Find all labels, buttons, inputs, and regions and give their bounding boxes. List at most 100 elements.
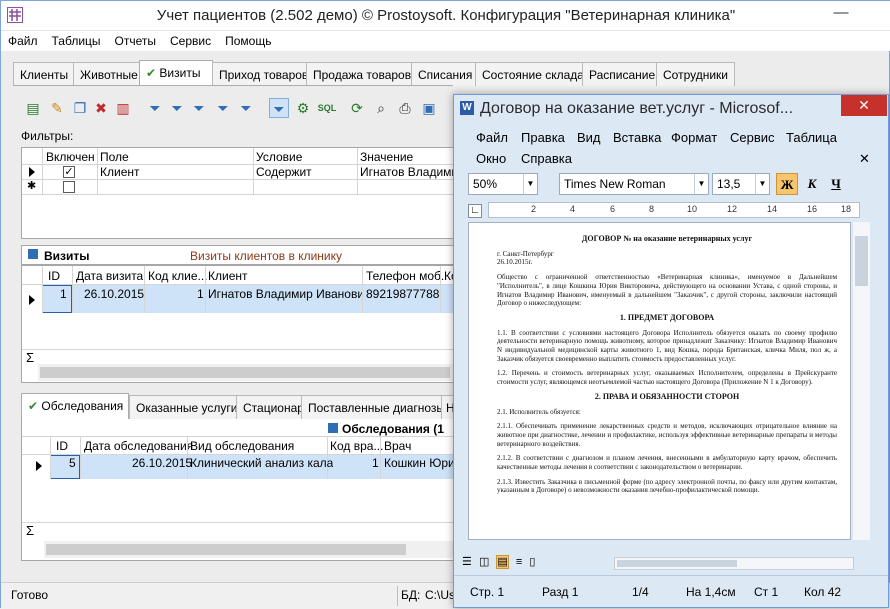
exams-hscrollbar[interactable]: [44, 541, 456, 558]
exams-col-date[interactable]: Дата обследования: [84, 439, 193, 453]
visit-phone-cell[interactable]: 89219877788: [366, 287, 439, 301]
exams-col-doctor[interactable]: Врач: [384, 439, 411, 453]
word-menu-service[interactable]: Сервис: [730, 130, 775, 145]
filters-col-enabled[interactable]: Включен: [46, 150, 95, 164]
word-menu-window[interactable]: Окно: [476, 151, 506, 166]
scroll-thumb[interactable]: [46, 544, 406, 555]
search-icon[interactable]: ⌕: [371, 98, 391, 118]
filter-field-cell[interactable]: Клиент: [100, 165, 140, 179]
minimize-button[interactable]: —: [827, 2, 855, 24]
visit-id-cell[interactable]: 1: [60, 287, 67, 301]
filter-remove-icon[interactable]: ⏷: [189, 98, 209, 118]
document-body[interactable]: ДОГОВОР № на оказание ветеринарных услуг…: [497, 229, 837, 501]
word-menu-table[interactable]: Таблица: [786, 130, 837, 145]
font-size-select[interactable]: 13,5 ▼: [712, 173, 770, 195]
tab-visits[interactable]: ✔ Визиты: [139, 60, 213, 86]
outline-view-icon[interactable]: ≡: [516, 556, 522, 568]
new-record-icon[interactable]: ▤: [23, 98, 43, 118]
visits-col-id[interactable]: ID: [48, 269, 60, 283]
exam-code-cell[interactable]: 1: [372, 456, 379, 470]
exam-doctor-cell[interactable]: Кошкин Юрий: [384, 456, 456, 470]
word-menu-insert[interactable]: Вставка: [613, 130, 661, 145]
menu-file[interactable]: Файл: [1, 31, 45, 48]
print-icon[interactable]: ⎙: [395, 98, 415, 118]
italic-button[interactable]: К: [801, 173, 823, 195]
visits-col-date[interactable]: Дата визита: [76, 269, 143, 283]
exams-col-code[interactable]: Код вра...: [330, 439, 383, 453]
tab-stop-icon[interactable]: ∟: [468, 204, 482, 218]
filters-col-value[interactable]: Значение: [360, 150, 413, 164]
normal-view-icon[interactable]: ☰: [462, 556, 472, 568]
filters-col-condition[interactable]: Условие: [256, 150, 302, 164]
word-menu-view[interactable]: Вид: [577, 130, 601, 145]
font-select[interactable]: Times New Roman ▼: [559, 173, 709, 195]
exam-id-cell[interactable]: 5: [69, 456, 76, 470]
menu-tables[interactable]: Таблицы: [45, 31, 108, 48]
document-page[interactable]: ДОГОВОР № на оказание ветеринарных услуг…: [468, 222, 851, 540]
menu-reports[interactable]: Отчеты: [108, 31, 163, 48]
word-menu-format[interactable]: Формат: [671, 130, 717, 145]
visits-hscrollbar[interactable]: [38, 364, 456, 381]
word-menu-edit[interactable]: Правка: [521, 130, 565, 145]
visit-client-cell[interactable]: Игнатов Владимир Иванович: [208, 287, 362, 301]
scroll-thumb[interactable]: [40, 367, 450, 378]
tab-hospital[interactable]: Стационар: [236, 395, 311, 419]
filter-edit-icon[interactable]: ⏷: [236, 98, 256, 118]
visits-col-code[interactable]: Код клие...: [148, 269, 208, 283]
filter-active-icon[interactable]: ⏷: [269, 98, 289, 118]
delete-icon[interactable]: ✖: [91, 98, 111, 118]
visit-code-cell[interactable]: 1: [197, 287, 204, 301]
tab-services[interactable]: Оказанные услуги: [129, 395, 245, 419]
visits-col-client[interactable]: Клиент: [208, 269, 248, 283]
tab-exams[interactable]: ✔ Обследования: [21, 393, 129, 419]
copy-icon[interactable]: ❐: [70, 98, 90, 118]
delete-all-icon[interactable]: ▥: [113, 98, 133, 118]
tab-diagnoses[interactable]: Поставленные диагнозы: [301, 395, 453, 419]
horizontal-ruler[interactable]: 2 4 6 8 10 12 14 16 18: [488, 202, 860, 218]
tab-animals[interactable]: Животные: [73, 62, 145, 86]
tab-staff[interactable]: Сотрудники: [656, 62, 735, 86]
ruler-number: 6: [610, 204, 616, 214]
new-row-checkbox[interactable]: [63, 181, 75, 193]
exams-col-type[interactable]: Вид обследования: [190, 439, 294, 453]
word-menu-file[interactable]: Файл: [476, 130, 508, 145]
scroll-thumb[interactable]: [617, 560, 737, 567]
menu-service[interactable]: Сервис: [163, 31, 218, 48]
tab-schedule[interactable]: Расписание: [582, 62, 663, 86]
menu-help[interactable]: Помощь: [218, 31, 278, 48]
bold-button[interactable]: Ж: [776, 173, 798, 195]
tab-warehouse[interactable]: Состояние склада: [475, 62, 591, 86]
edit-icon[interactable]: ✎: [47, 98, 67, 118]
scroll-thumb[interactable]: [855, 236, 868, 286]
word-menu-help[interactable]: Справка: [521, 151, 572, 166]
filter-value-cell[interactable]: Игнатов Владимир: [360, 165, 456, 179]
sql-icon[interactable]: SQL: [317, 98, 337, 118]
word-vscrollbar[interactable]: [853, 222, 870, 540]
exam-date-cell[interactable]: 26.10.2015: [132, 456, 192, 470]
underline-button[interactable]: Ч: [825, 173, 847, 195]
tab-writeoffs[interactable]: Списания: [411, 62, 480, 86]
tab-clients[interactable]: Клиенты: [13, 62, 76, 86]
filter-clear-icon[interactable]: ⏷: [213, 98, 233, 118]
exams-col-id[interactable]: ID: [56, 439, 68, 453]
refresh-icon[interactable]: ⟳: [347, 98, 367, 118]
zoom-select[interactable]: 50% ▼: [468, 173, 538, 195]
tab-goods-receipt[interactable]: Приход товаров: [212, 62, 316, 86]
word-hscrollbar[interactable]: [614, 557, 854, 570]
tab-goods-sale[interactable]: Продажа товаров: [306, 62, 419, 86]
exam-type-cell[interactable]: Клинический анализ кала: [190, 456, 333, 470]
print-layout-icon[interactable]: ▤: [496, 555, 509, 569]
group-icon[interactable]: ⚙: [293, 98, 313, 118]
filter-enabled-checkbox[interactable]: ✓: [63, 166, 75, 178]
filter-icon[interactable]: ⏷: [145, 98, 165, 118]
reading-view-icon[interactable]: ▯: [529, 556, 535, 568]
preview-icon[interactable]: ▣: [419, 98, 439, 118]
filter-add-icon[interactable]: ⏷: [167, 98, 187, 118]
visits-col-phone[interactable]: Телефон моб.: [366, 269, 444, 283]
visit-date-cell[interactable]: 26.10.2015: [84, 287, 144, 301]
filter-condition-cell[interactable]: Содержит: [256, 165, 312, 179]
filters-col-field[interactable]: Поле: [100, 150, 129, 164]
web-view-icon[interactable]: ◫: [479, 556, 489, 568]
word-close-button[interactable]: ✕: [841, 95, 887, 116]
doc-close-icon[interactable]: ✕: [859, 151, 870, 167]
